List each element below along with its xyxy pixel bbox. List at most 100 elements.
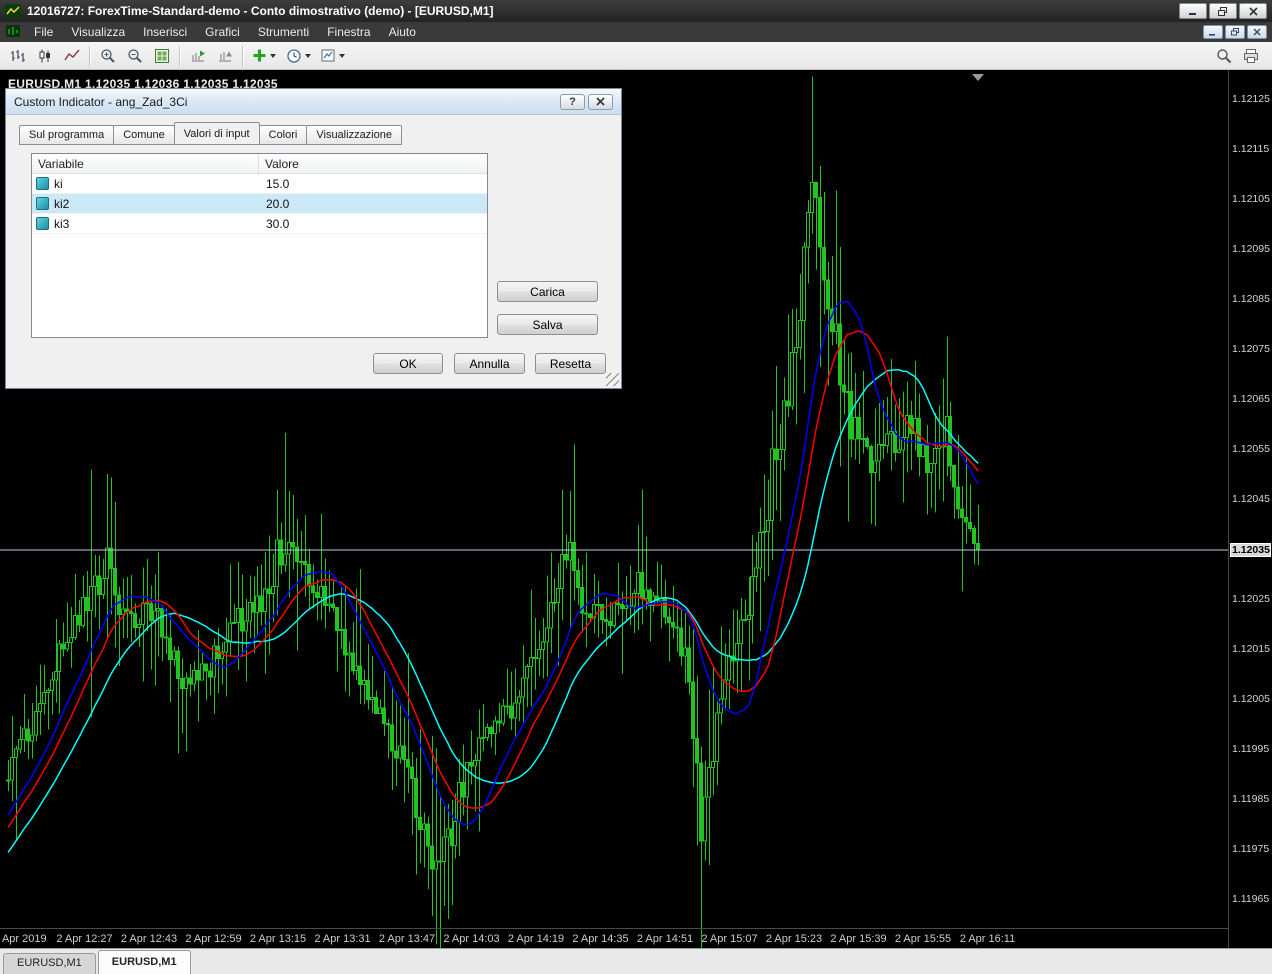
- app-icon: [5, 4, 21, 18]
- chevron-down-icon: [305, 54, 311, 58]
- save-button[interactable]: Salva: [497, 314, 598, 335]
- custom-indicator-dialog: Custom Indicator - ang_Zad_3Ci ? Sul pro…: [5, 88, 622, 389]
- time-axis-label: 2 Apr 14:19: [508, 933, 564, 945]
- time-axis-label: 2 Apr 14:03: [443, 933, 499, 945]
- time-axis-label: 2 Apr 14:35: [572, 933, 628, 945]
- search-icon[interactable]: [1210, 44, 1237, 68]
- price-axis-label: 1.12105: [1232, 193, 1270, 205]
- menubar: File Visualizza Inserisci Grafici Strume…: [0, 22, 1272, 42]
- menu-inserisci[interactable]: Inserisci: [134, 23, 196, 41]
- menu-strumenti[interactable]: Strumenti: [249, 23, 318, 41]
- price-axis-label: 1.12115: [1232, 143, 1269, 155]
- templates-icon[interactable]: [315, 44, 349, 68]
- print-icon[interactable]: [1237, 44, 1264, 68]
- table-row[interactable]: ki3 30.0: [32, 214, 487, 234]
- time-axis-label: 2 Apr 15:55: [895, 933, 951, 945]
- table-row[interactable]: ki2 20.0: [32, 194, 487, 214]
- chevron-down-icon: [270, 54, 276, 58]
- close-button[interactable]: [1239, 3, 1267, 19]
- price-axis-label: 1.12125: [1232, 93, 1270, 105]
- menu-aiuto[interactable]: Aiuto: [380, 23, 425, 41]
- table-row[interactable]: ki 15.0: [32, 174, 487, 194]
- zoom-out-icon[interactable]: [121, 44, 148, 68]
- time-axis-label: 2 Apr 15:23: [766, 933, 822, 945]
- variable-type-icon: [36, 197, 49, 210]
- time-axis-label: 2 Apr 14:51: [637, 933, 693, 945]
- candlestick-chart-icon[interactable]: [31, 44, 58, 68]
- price-axis-label: 1.12015: [1232, 643, 1270, 655]
- column-header-valore[interactable]: Valore: [259, 154, 487, 173]
- tab-comune[interactable]: Comune: [113, 125, 175, 145]
- chart-window-icon: [6, 25, 20, 40]
- menu-file[interactable]: File: [25, 23, 62, 41]
- reset-button[interactable]: Resetta: [535, 353, 606, 374]
- column-header-variabile[interactable]: Variabile: [32, 154, 259, 173]
- time-axis-label: 2 Apr 13:15: [250, 933, 306, 945]
- time-axis-label: 2 Apr 12:27: [56, 933, 112, 945]
- chart-shift-marker: [972, 74, 984, 81]
- periods-icon[interactable]: [281, 44, 315, 68]
- chart-shift-icon[interactable]: [211, 44, 238, 68]
- variable-value[interactable]: 30.0: [259, 217, 487, 231]
- price-axis-label: 1.12085: [1232, 293, 1270, 305]
- tab-valori-di-input[interactable]: Valori di input: [174, 122, 260, 145]
- price-axis-label: 1.11985: [1232, 793, 1269, 805]
- price-axis-label: 1.12025: [1232, 593, 1270, 605]
- time-axis-label: 2 Apr 2019: [0, 933, 47, 945]
- line-chart-icon[interactable]: [58, 44, 85, 68]
- auto-scroll-icon[interactable]: [184, 44, 211, 68]
- time-axis-label: 2 Apr 15:39: [830, 933, 886, 945]
- mdi-restore-button[interactable]: [1225, 25, 1245, 39]
- zoom-in-icon[interactable]: [94, 44, 121, 68]
- variable-type-icon: [36, 177, 49, 190]
- indicators-icon[interactable]: [247, 44, 281, 68]
- load-button[interactable]: Carica: [497, 281, 598, 302]
- price-axis-label: 1.11995: [1232, 743, 1269, 755]
- toolbar-separator: [179, 46, 180, 66]
- mdi-close-button[interactable]: [1247, 25, 1267, 39]
- dialog-tabs: Sul programma Comune Valori di input Col…: [19, 125, 401, 145]
- dialog-help-button[interactable]: ?: [560, 94, 585, 110]
- time-axis-label: 2 Apr 12:43: [121, 933, 177, 945]
- toolbar: [0, 42, 1272, 70]
- price-axis-label: 1.12075: [1232, 343, 1270, 355]
- time-axis-label: 2 Apr 13:47: [379, 933, 435, 945]
- chart-tab-eurusd-1[interactable]: EURUSD,M1: [3, 953, 96, 974]
- price-axis-label: 1.12065: [1232, 393, 1270, 405]
- minimize-button[interactable]: [1179, 3, 1207, 19]
- dialog-close-button[interactable]: [588, 94, 613, 110]
- menu-visualizza[interactable]: Visualizza: [62, 23, 134, 41]
- tile-windows-icon[interactable]: [148, 44, 175, 68]
- current-price-tag: 1.12035: [1230, 543, 1271, 557]
- input-values-table: Variabile Valore ki 15.0 ki2 20.0 ki3 30…: [31, 153, 488, 338]
- time-axis-label: 2 Apr 16:11: [960, 933, 1015, 945]
- dialog-titlebar[interactable]: Custom Indicator - ang_Zad_3Ci ?: [6, 89, 621, 115]
- mdi-window-controls: [1203, 25, 1267, 39]
- table-header[interactable]: Variabile Valore: [32, 154, 487, 174]
- bar-chart-icon[interactable]: [4, 44, 31, 68]
- ok-button[interactable]: OK: [373, 353, 443, 374]
- price-axis-label: 1.11965: [1232, 893, 1269, 905]
- variable-name: ki: [54, 177, 63, 191]
- menu-finestra[interactable]: Finestra: [318, 23, 379, 41]
- cancel-button[interactable]: Annulla: [454, 353, 525, 374]
- tab-colori[interactable]: Colori: [259, 125, 308, 145]
- price-axis-label: 1.12045: [1232, 493, 1270, 505]
- titlebar[interactable]: 12016727: ForexTime-Standard-demo - Cont…: [0, 0, 1272, 22]
- price-axis-label: 1.12005: [1232, 693, 1270, 705]
- mdi-minimize-button[interactable]: [1203, 25, 1223, 39]
- price-axis[interactable]: 1.121251.121151.121051.120951.120851.120…: [1228, 70, 1272, 948]
- menu-grafici[interactable]: Grafici: [196, 23, 249, 41]
- tab-sul-programma[interactable]: Sul programma: [19, 125, 114, 145]
- tab-visualizzazione[interactable]: Visualizzazione: [306, 125, 402, 145]
- chart-tab-eurusd-2[interactable]: EURUSD,M1: [98, 950, 191, 974]
- resize-grip[interactable]: [606, 373, 619, 386]
- maximize-button[interactable]: [1209, 3, 1237, 19]
- dialog-body: Sul programma Comune Valori di input Col…: [6, 115, 621, 388]
- variable-type-icon: [36, 217, 49, 230]
- variable-name: ki2: [54, 197, 69, 211]
- price-axis-label: 1.12055: [1232, 443, 1270, 455]
- time-axis-label: 2 Apr 12:59: [185, 933, 241, 945]
- variable-value[interactable]: 15.0: [259, 177, 487, 191]
- variable-value[interactable]: 20.0: [259, 197, 487, 211]
